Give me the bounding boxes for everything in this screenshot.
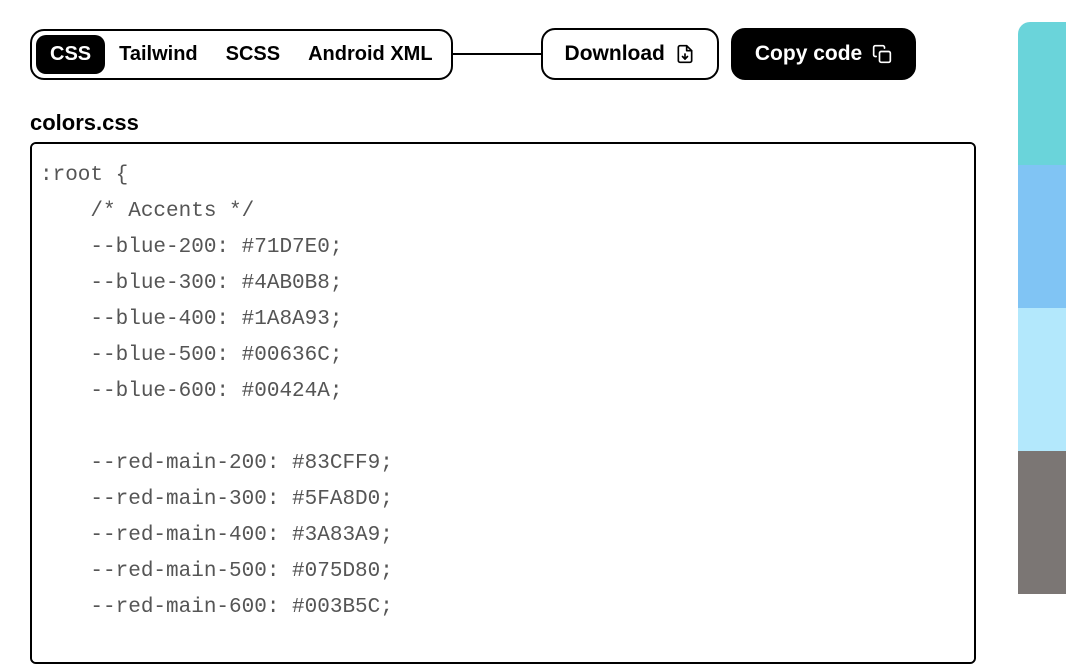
tab-tailwind[interactable]: Tailwind bbox=[105, 35, 212, 74]
download-label: Download bbox=[565, 42, 665, 66]
code-content: :root { /* Accents */ --blue-200: #71D7E… bbox=[32, 144, 974, 664]
download-icon bbox=[675, 44, 695, 64]
code-viewer[interactable]: :root { /* Accents */ --blue-200: #71D7E… bbox=[30, 142, 976, 664]
color-swatch-column bbox=[1018, 22, 1066, 594]
main-area: CSS Tailwind SCSS Android XML Download bbox=[0, 0, 1006, 669]
copy-label: Copy code bbox=[755, 42, 862, 66]
tab-css[interactable]: CSS bbox=[36, 35, 105, 74]
swatch-2[interactable] bbox=[1018, 165, 1066, 308]
tab-scss[interactable]: SCSS bbox=[212, 35, 294, 74]
filename-label: colors.css bbox=[30, 110, 976, 136]
download-button[interactable]: Download bbox=[541, 28, 719, 80]
copy-code-button[interactable]: Copy code bbox=[731, 28, 916, 80]
format-tab-group: CSS Tailwind SCSS Android XML bbox=[30, 29, 453, 80]
swatch-3[interactable] bbox=[1018, 308, 1066, 451]
swatch-1[interactable] bbox=[1018, 22, 1066, 165]
swatch-4[interactable] bbox=[1018, 451, 1066, 594]
connector-line bbox=[453, 53, 541, 55]
toolbar: CSS Tailwind SCSS Android XML Download bbox=[30, 28, 976, 80]
action-buttons: Download Copy code bbox=[541, 28, 917, 80]
tab-android-xml[interactable]: Android XML bbox=[294, 35, 446, 74]
copy-icon bbox=[872, 44, 892, 64]
